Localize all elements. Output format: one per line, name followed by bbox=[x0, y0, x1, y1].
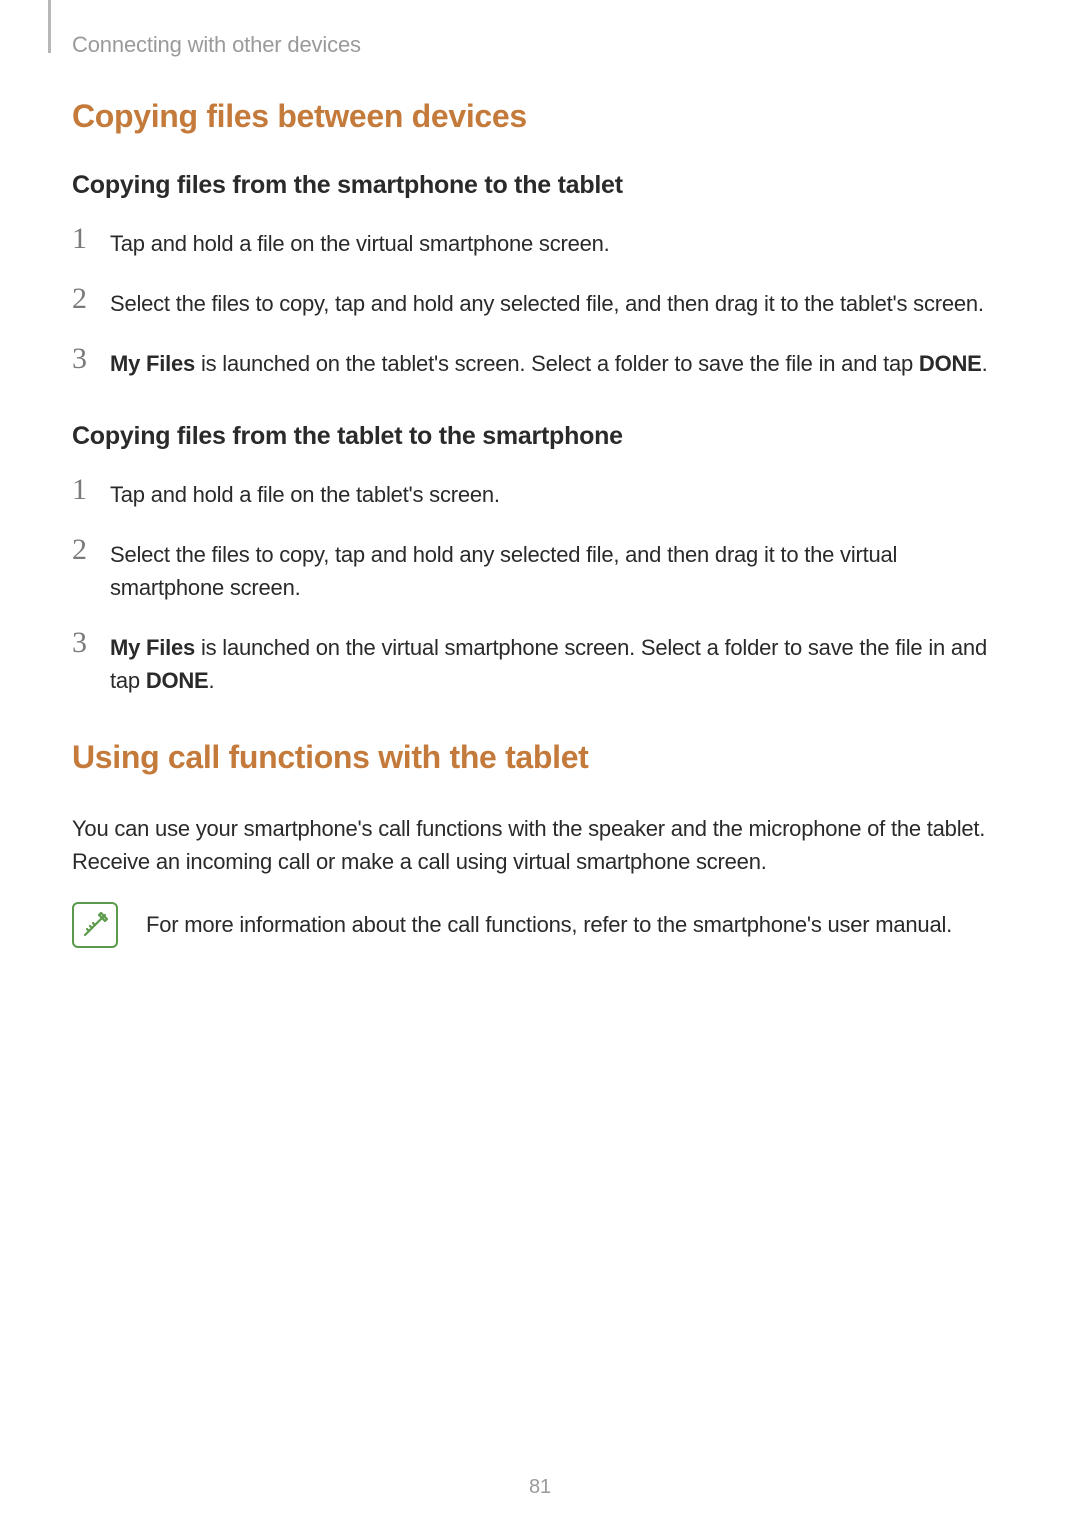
bold-my-files: My Files bbox=[110, 351, 195, 376]
bold-my-files: My Files bbox=[110, 635, 195, 660]
step-text: Select the files to copy, tap and hold a… bbox=[110, 535, 1008, 604]
step-text-fragment: is launched on the virtual smartphone sc… bbox=[110, 635, 987, 693]
note-icon bbox=[72, 902, 118, 948]
step-text-fragment: . bbox=[209, 668, 215, 693]
step-text: Select the files to copy, tap and hold a… bbox=[110, 284, 984, 320]
step-text-fragment: is launched on the tablet's screen. Sele… bbox=[195, 351, 919, 376]
step-text: Tap and hold a file on the virtual smart… bbox=[110, 224, 610, 260]
page-corner-marker bbox=[48, 0, 51, 53]
step-number-2: 2 bbox=[72, 535, 94, 565]
step-item: 2 Select the files to copy, tap and hold… bbox=[72, 284, 1008, 320]
step-number-2: 2 bbox=[72, 284, 94, 314]
step-item: 1 Tap and hold a file on the tablet's sc… bbox=[72, 475, 1008, 511]
paragraph-call-functions: You can use your smartphone's call funct… bbox=[72, 812, 1008, 878]
step-text: My Files is launched on the virtual smar… bbox=[110, 628, 1008, 697]
step-text: Tap and hold a file on the tablet's scre… bbox=[110, 475, 500, 511]
step-number-3: 3 bbox=[72, 628, 94, 658]
step-item: 1 Tap and hold a file on the virtual sma… bbox=[72, 224, 1008, 260]
step-item: 3 My Files is launched on the tablet's s… bbox=[72, 344, 1008, 380]
heading-call-functions: Using call functions with the tablet bbox=[72, 739, 1008, 776]
heading-copying-files: Copying files between devices bbox=[72, 98, 1008, 135]
page-content: Copying files between devices Copying fi… bbox=[72, 98, 1008, 948]
subheading-smartphone-to-tablet: Copying files from the smartphone to the… bbox=[72, 171, 1008, 200]
step-item: 3 My Files is launched on the virtual sm… bbox=[72, 628, 1008, 697]
bold-done: DONE bbox=[919, 351, 982, 376]
step-text: My Files is launched on the tablet's scr… bbox=[110, 344, 988, 380]
breadcrumb: Connecting with other devices bbox=[72, 32, 361, 58]
note-row: For more information about the call func… bbox=[72, 900, 1008, 948]
step-item: 2 Select the files to copy, tap and hold… bbox=[72, 535, 1008, 604]
step-number-1: 1 bbox=[72, 475, 94, 505]
step-number-3: 3 bbox=[72, 344, 94, 374]
step-text-fragment: . bbox=[982, 351, 988, 376]
bold-done: DONE bbox=[146, 668, 209, 693]
note-text: For more information about the call func… bbox=[146, 900, 952, 941]
step-number-1: 1 bbox=[72, 224, 94, 254]
page-number: 81 bbox=[0, 1476, 1080, 1499]
subheading-tablet-to-smartphone: Copying files from the tablet to the sma… bbox=[72, 422, 1008, 451]
